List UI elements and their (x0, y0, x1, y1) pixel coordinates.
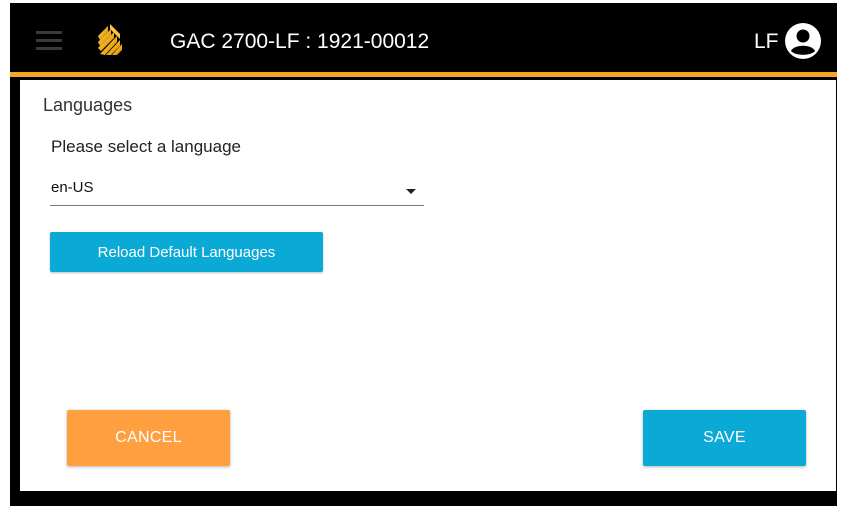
save-button[interactable]: SAVE (643, 410, 806, 466)
reload-default-languages-button[interactable]: Reload Default Languages (50, 232, 323, 272)
page-title: Languages (43, 95, 133, 115)
chevron-down-icon (406, 189, 416, 194)
account-circle-icon[interactable] (784, 22, 822, 60)
header-accent-bar (10, 72, 837, 77)
language-select-value: en-US (51, 179, 94, 196)
language-prompt-label: Please select a language (51, 137, 241, 156)
hamburger-menu-icon[interactable] (36, 31, 62, 51)
app-header: GAC 2700-LF : 1921-00012 LF (10, 3, 837, 72)
cancel-button[interactable]: CANCEL (67, 410, 230, 466)
settings-panel: Languages Please select a language en-US… (20, 80, 836, 491)
device-title: GAC 2700-LF : 1921-00012 (170, 30, 430, 53)
company-logo-icon (94, 22, 124, 58)
user-initials[interactable]: LF (754, 29, 779, 55)
app-window: GAC 2700-LF : 1921-00012 LF Languages Pl… (10, 3, 837, 506)
language-select[interactable]: en-US (50, 175, 424, 206)
